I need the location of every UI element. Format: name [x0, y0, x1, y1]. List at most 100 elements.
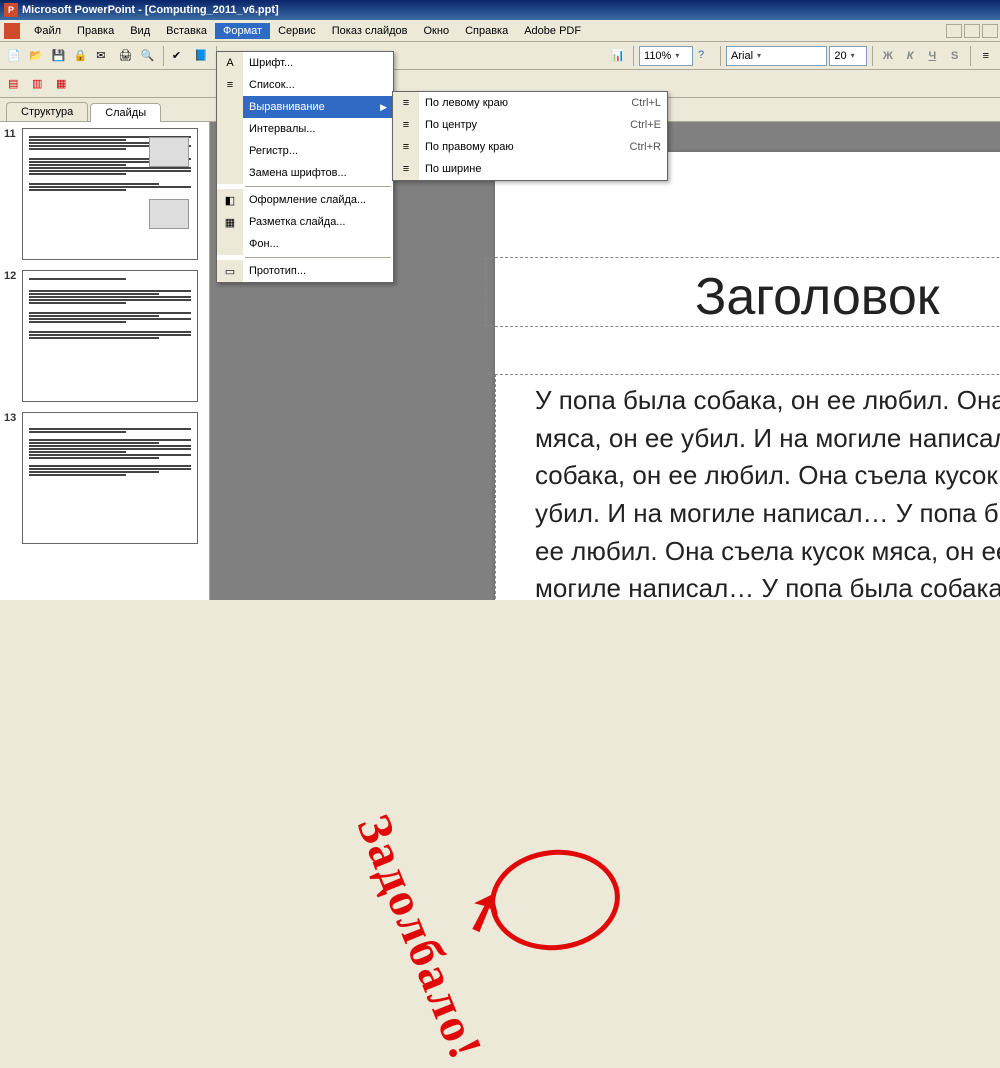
close-button[interactable]	[982, 24, 998, 38]
mail-button[interactable]: ✉	[93, 45, 113, 67]
window-controls	[946, 24, 998, 38]
font-field[interactable]: Arial▾	[726, 46, 827, 66]
research-icon: 📘	[194, 49, 208, 63]
thumbnails-panel: 11 12 13	[0, 122, 210, 600]
menu-case[interactable]: Регистр...	[217, 140, 393, 162]
align-center[interactable]: ≡По центруCtrl+E	[393, 114, 667, 136]
align-left-button[interactable]: ≡	[976, 45, 996, 67]
doc-icon[interactable]	[4, 23, 20, 39]
menu-slideshow[interactable]: Показ слайдов	[324, 23, 416, 39]
spell-button[interactable]: ✔	[169, 45, 189, 67]
proto-icon: ▭	[225, 265, 235, 278]
workspace: 11 12 13	[0, 122, 1000, 600]
slide-body[interactable]: У попа была собака, он ее любил. Она съе…	[535, 382, 1000, 600]
titlebar: P Microsoft PowerPoint - [Computing_2011…	[0, 0, 1000, 20]
mail-icon: ✉	[96, 49, 110, 63]
separator	[872, 46, 873, 66]
align-right[interactable]: ≡По правому краюCtrl+R	[393, 136, 667, 158]
zoom-field[interactable]: 110%▾	[639, 46, 693, 66]
open-icon: 📂	[29, 49, 43, 63]
restore-button[interactable]	[964, 24, 980, 38]
slide-title[interactable]: Заголовок	[695, 267, 940, 327]
thumb-number: 12	[4, 270, 22, 402]
thumbnail-13[interactable]	[22, 412, 198, 544]
save-button[interactable]: 💾	[49, 45, 69, 67]
menu-slide-layout[interactable]: ▦Разметка слайда...	[217, 211, 393, 233]
menu-spacing[interactable]: Интервалы...	[217, 118, 393, 140]
preview-button[interactable]: 🔍	[138, 45, 158, 67]
shadow-button[interactable]: S	[944, 45, 964, 67]
annotation-arrow-icon: ➚	[453, 876, 514, 947]
design-icon: ◧	[225, 194, 235, 207]
menu-slide-design[interactable]: ◧Оформление слайда...	[217, 189, 393, 211]
slide-canvas[interactable]: Заголовок У попа была собака, он ее люби…	[495, 152, 1000, 600]
save-icon: 💾	[52, 49, 66, 63]
print-button[interactable]: 🖨	[115, 45, 135, 67]
menu-replace-fonts[interactable]: Замена шрифтов...	[217, 162, 393, 184]
new-icon: 📄	[7, 49, 21, 63]
open-button[interactable]: 📂	[26, 45, 46, 67]
align-right-icon: ≡	[403, 141, 409, 153]
pdf-icon: ▦	[56, 77, 70, 91]
annotation-text: Задолбало!	[346, 807, 494, 1068]
italic-button[interactable]: К	[900, 45, 920, 67]
separator	[720, 46, 721, 66]
menu-help[interactable]: Справка	[457, 23, 516, 39]
thumb-row: 11	[4, 128, 205, 260]
window-title: Microsoft PowerPoint - [Computing_2011_v…	[22, 4, 279, 16]
chart-icon: 📊	[611, 49, 625, 63]
underline-button[interactable]: Ч	[922, 45, 942, 67]
menubar: Файл Правка Вид Вставка Формат Сервис По…	[0, 20, 1000, 42]
menu-separator	[245, 257, 391, 258]
menu-list[interactable]: ≡Список...	[217, 74, 393, 96]
pdf-icon: ▤	[8, 77, 22, 91]
standard-toolbar: 📄 📂 💾 🔒 ✉ 🖨 🔍 ✔ 📘 📊 110%▾ ? Arial▾ 20▾ Ж…	[0, 42, 1000, 70]
pdf-btn1[interactable]: ▤	[4, 73, 26, 95]
chart-button[interactable]: 📊	[608, 45, 628, 67]
menu-alignment[interactable]: Выравнивание▶	[217, 96, 393, 118]
menu-view[interactable]: Вид	[122, 23, 158, 39]
list-icon: ≡	[227, 79, 233, 91]
min-button[interactable]	[946, 24, 962, 38]
thumbnail-11[interactable]	[22, 128, 198, 260]
pdf-btn2[interactable]: ▥	[28, 73, 50, 95]
tab-slides[interactable]: Слайды	[90, 103, 161, 122]
bold-button[interactable]: Ж	[878, 45, 898, 67]
fontsize-field[interactable]: 20▾	[829, 46, 866, 66]
lock-icon: 🔒	[74, 49, 88, 63]
align-left[interactable]: ≡По левому краюCtrl+L	[393, 92, 667, 114]
help-button[interactable]: ?	[695, 45, 715, 67]
tab-structure[interactable]: Структура	[6, 102, 88, 121]
menu-font[interactable]: AШрифт...	[217, 52, 393, 74]
menu-format[interactable]: Формат	[215, 23, 270, 39]
preview-icon: 🔍	[141, 49, 155, 63]
align-center-icon: ≡	[403, 119, 409, 131]
align-justify[interactable]: ≡По ширине	[393, 158, 667, 180]
help-icon: ?	[698, 49, 712, 63]
menu-window[interactable]: Окно	[416, 23, 458, 39]
thumbnail-12[interactable]	[22, 270, 198, 402]
menu-edit[interactable]: Правка	[69, 23, 122, 39]
annotation-circle	[485, 843, 625, 956]
font-icon: A	[226, 57, 233, 69]
research-button[interactable]: 📘	[191, 45, 211, 67]
spell-icon: ✔	[172, 49, 186, 63]
menu-background[interactable]: Фон...	[217, 233, 393, 255]
submenu-arrow-icon: ▶	[380, 102, 387, 113]
app-icon: P	[4, 3, 18, 17]
separator	[163, 46, 164, 66]
separator	[970, 46, 971, 66]
menu-tools[interactable]: Сервис	[270, 23, 324, 39]
menu-file[interactable]: Файл	[26, 23, 69, 39]
thumb-row: 13	[4, 412, 205, 544]
new-button[interactable]: 📄	[4, 45, 24, 67]
permission-button[interactable]: 🔒	[71, 45, 91, 67]
pdf-btn3[interactable]: ▦	[52, 73, 74, 95]
pdf-icon: ▥	[32, 77, 46, 91]
align-left-icon: ≡	[403, 97, 409, 109]
print-icon: 🖨	[118, 49, 132, 63]
layout-icon: ▦	[225, 216, 235, 229]
menu-insert[interactable]: Вставка	[158, 23, 215, 39]
menu-prototype[interactable]: ▭Прототип...	[217, 260, 393, 282]
menu-adobepdf[interactable]: Adobe PDF	[516, 23, 589, 39]
